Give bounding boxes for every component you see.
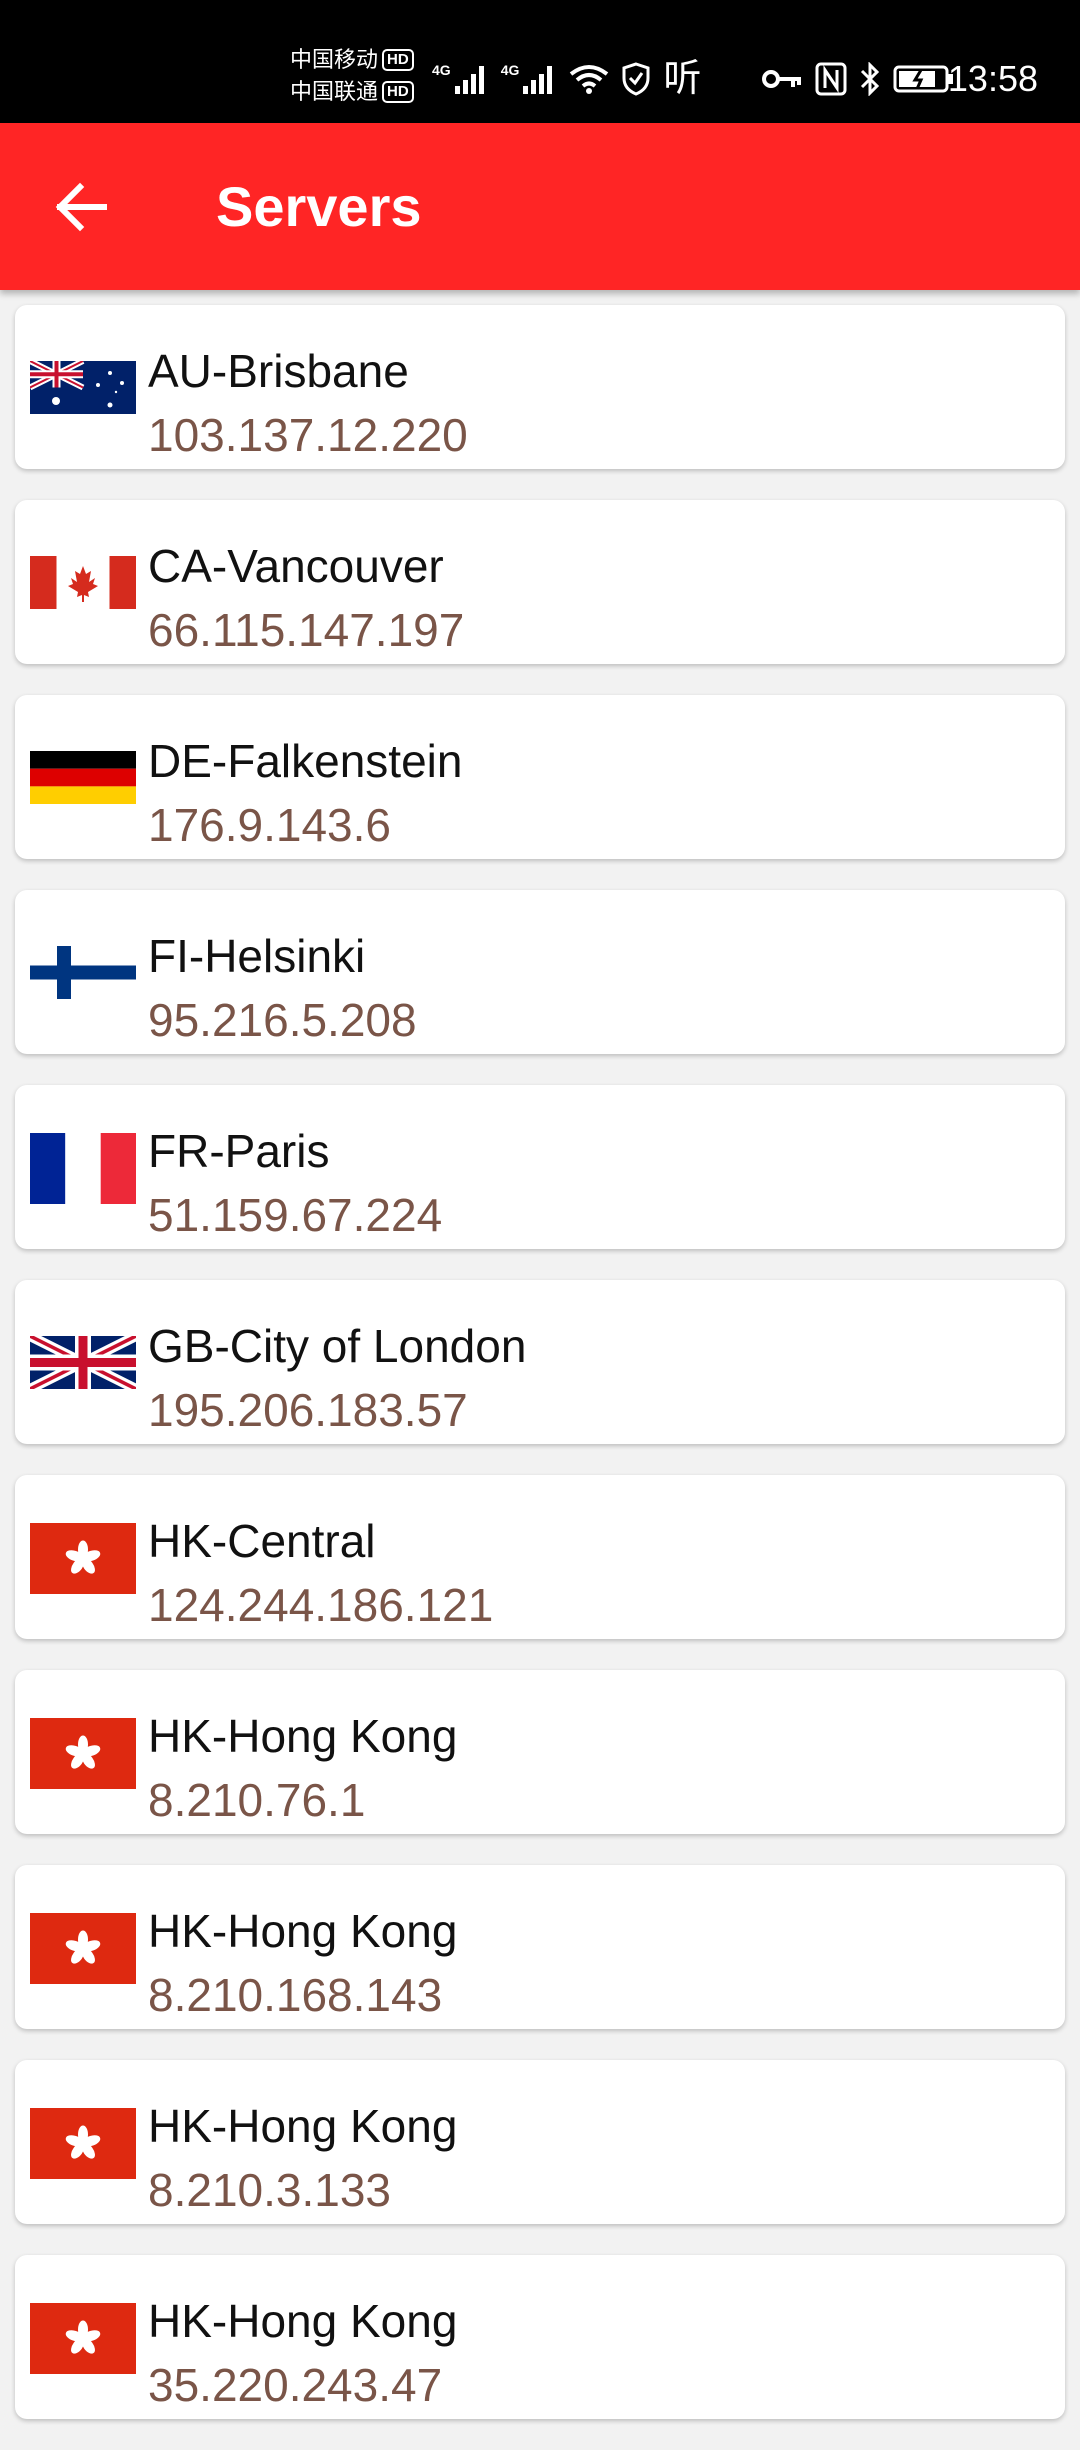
server-name: CA-Vancouver [148,540,444,592]
server-item[interactable]: FI-Helsinki 95.216.5.208 [15,890,1065,1054]
gb-flag-icon [30,1336,136,1389]
server-name: DE-Falkenstein [148,735,463,787]
bluetooth-icon [861,62,880,96]
hd-badge: HD [382,81,414,103]
clock: 13:58 [947,58,1038,99]
page-title: Servers [216,175,422,238]
network-type-label: 4G [432,62,451,78]
server-item[interactable]: AU-Brisbane 103.137.12.220 [15,305,1065,469]
server-ip: 95.216.5.208 [148,994,417,1046]
server-ip: 8.210.168.143 [148,1969,443,2021]
server-name: HK-Hong Kong [148,1710,458,1762]
status-icons: 4G 4G 听 [432,54,955,104]
de-flag-icon [30,751,136,804]
server-name: AU-Brisbane [148,345,409,397]
key-icon [762,70,802,88]
server-item[interactable]: HK-Hong Kong 8.210.168.143 [15,1865,1065,2029]
status-bar: 中国移动 HD 中国联通 HD 4G 4G 听 13:58 [0,0,1080,123]
carrier-2-label: 中国联通 [290,79,379,104]
hk-flag-icon [30,2108,136,2179]
server-ip: 35.220.243.47 [148,2359,443,2411]
server-name: HK-Central [148,1515,376,1567]
server-item[interactable]: FR-Paris 51.159.67.224 [15,1085,1065,1249]
signal-icon [523,66,553,94]
au-flag-icon [30,361,136,414]
nfc-icon [815,62,847,96]
server-name: HK-Hong Kong [148,2100,458,2152]
server-name: HK-Hong Kong [148,1905,458,1957]
shield-icon [622,62,650,96]
hk-flag-icon [30,1523,136,1594]
server-item[interactable]: HK-Hong Kong 8.210.76.1 [15,1670,1065,1834]
listen-label: 听 [663,58,702,100]
carrier-1-label: 中国移动 [290,47,379,72]
back-button[interactable] [40,167,120,247]
fi-flag-icon [30,946,136,999]
app-bar: Servers [0,123,1080,290]
hd-badge: HD [382,49,414,71]
signal-icon [454,66,484,94]
server-ip: 124.244.186.121 [148,1579,494,1631]
fr-flag-icon [30,1133,136,1204]
server-ip: 51.159.67.224 [148,1189,443,1241]
server-item[interactable]: DE-Falkenstein 176.9.143.6 [15,695,1065,859]
server-item[interactable]: GB-City of London 195.206.183.57 [15,1280,1065,1444]
server-item[interactable]: HK-Central 124.244.186.121 [15,1475,1065,1639]
server-name: GB-City of London [148,1320,527,1372]
server-list: AU-Brisbane 103.137.12.220 CA-Vancouver … [15,305,1065,2450]
wifi-icon [570,65,609,94]
carrier-row-2: 中国联通 HD [290,76,424,108]
hk-flag-icon [30,1913,136,1984]
hk-flag-icon [30,2303,136,2374]
server-item[interactable]: HK-Hong Kong 8.210.3.133 [15,2060,1065,2224]
ca-flag-icon [30,556,136,609]
server-item[interactable]: CA-Vancouver 66.115.147.197 [15,500,1065,664]
carrier-row-1: 中国移动 HD [290,44,424,76]
server-item[interactable]: HK-Hong Kong 35.220.243.47 [15,2255,1065,2419]
arrow-left-icon [55,182,107,232]
server-ip: 66.115.147.197 [148,604,465,656]
server-ip: 103.137.12.220 [148,409,468,461]
battery-icon [893,65,954,93]
carrier-info: 中国移动 HD 中国联通 HD [290,44,424,108]
server-name: FR-Paris [148,1125,330,1177]
network-type-label: 4G [500,62,520,78]
server-ip: 195.206.183.57 [148,1384,468,1436]
hk-flag-icon [30,1718,136,1789]
server-name: HK-Hong Kong [148,2295,458,2347]
server-name: FI-Helsinki [148,930,366,982]
server-ip: 8.210.3.133 [148,2164,392,2216]
server-ip: 8.210.76.1 [148,1774,366,1826]
server-ip: 176.9.143.6 [148,799,392,851]
